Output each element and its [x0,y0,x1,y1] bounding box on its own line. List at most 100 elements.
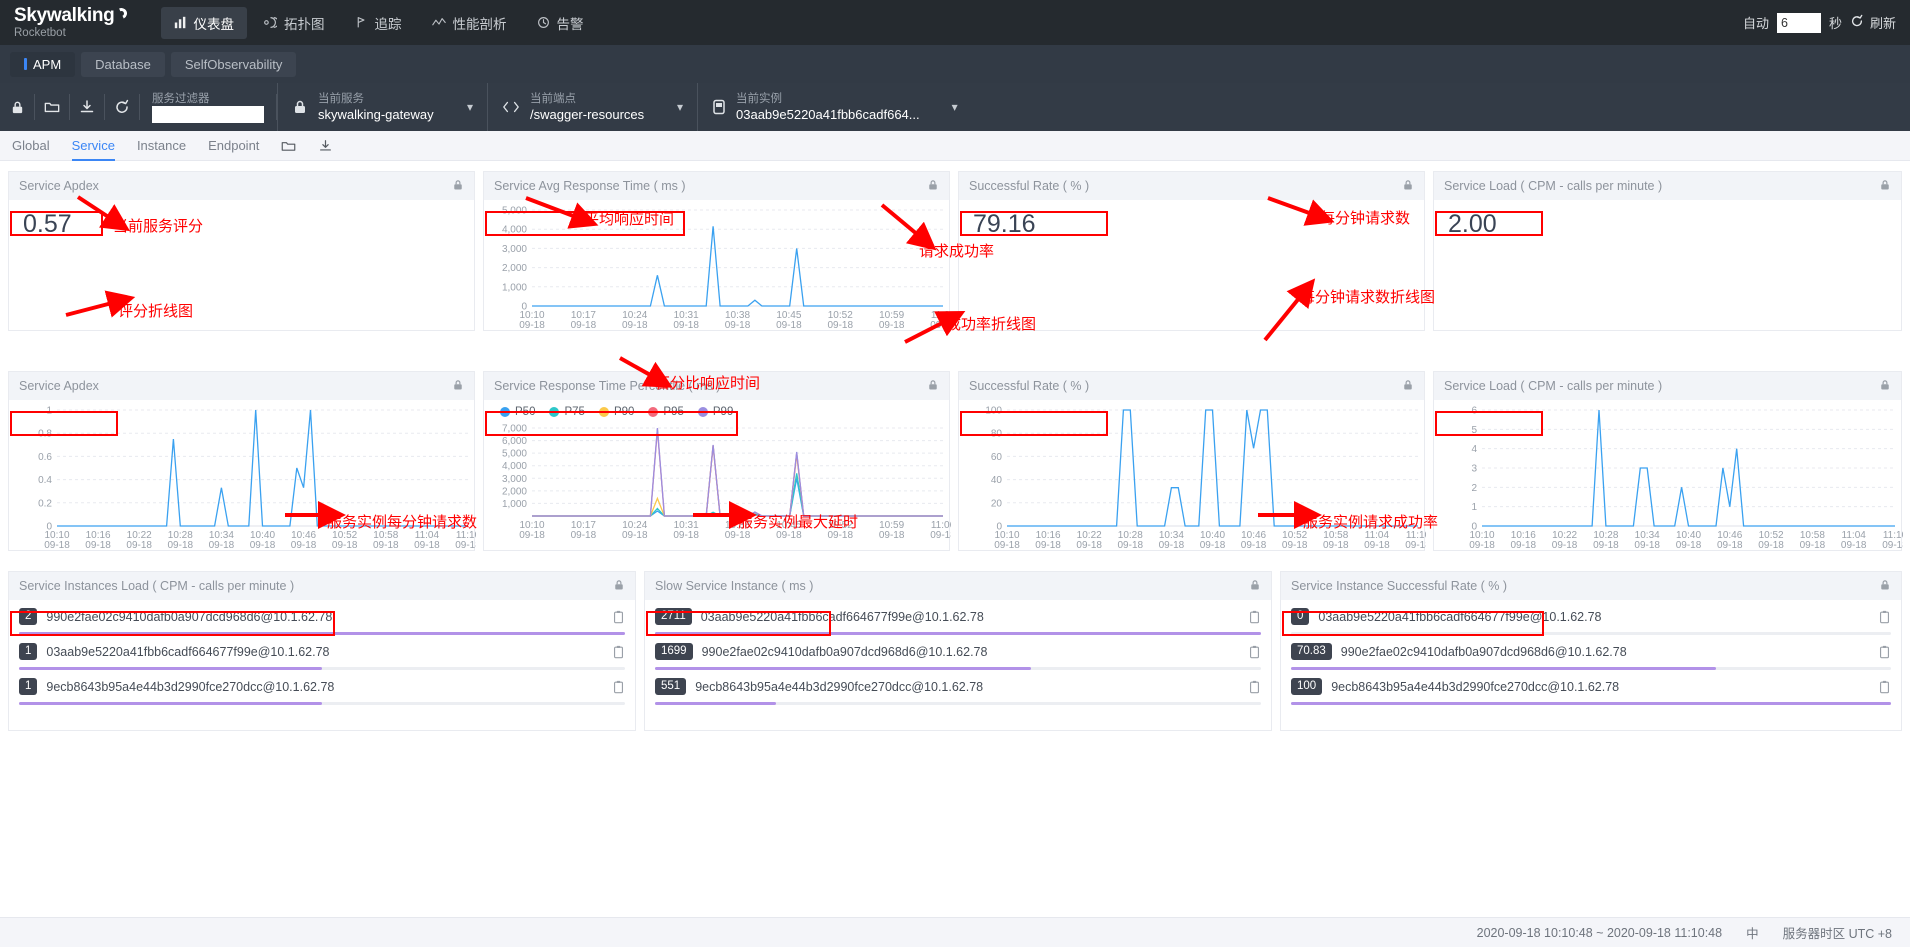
chart-legend: P50 P75 P90 P95 P99 [484,400,949,418]
current-endpoint-selector[interactable]: 当前端点 /swagger-resources ▾ [487,83,697,131]
nav-item-dashboard[interactable]: 仪表盘 [160,6,247,39]
list-item[interactable]: 100 9ecb8643b95a4e44b3d2990fce270dcc@10.1… [1281,670,1901,705]
card-title: Service Load ( CPM - calls per minute ) [1444,379,1663,393]
legend-item[interactable]: P50 [500,406,535,418]
lock-icon[interactable] [927,179,939,194]
svg-text:09-18: 09-18 [1511,540,1537,551]
tab-global[interactable]: Global [12,131,50,161]
nav-item-alarm[interactable]: 告警 [524,7,597,39]
legend-item[interactable]: P95 [648,406,684,418]
lock-icon[interactable] [1879,179,1891,194]
copy-icon[interactable] [612,610,625,624]
copy-icon[interactable] [1248,610,1261,624]
lock-icon[interactable] [613,579,625,594]
folder-icon[interactable] [35,83,69,131]
svg-text:20: 20 [991,498,1003,509]
svg-text:1: 1 [46,406,52,417]
chevron-down-icon[interactable]: ▾ [655,100,683,114]
card-title: Service Instance Successful Rate ( % ) [1291,579,1508,593]
metric-badge: 100 [1291,678,1323,695]
card-header: Slow Service Instance ( ms ) [645,572,1271,600]
nav-item-topology[interactable]: 拓扑图 [251,7,338,39]
copy-icon[interactable] [1248,680,1261,694]
profile-icon [431,16,446,29]
subtab-database[interactable]: Database [81,51,165,77]
metric-badge: 1 [19,643,38,660]
refresh-icon[interactable] [105,83,139,131]
timezone-label: 服务器时区 UTC +8 [1782,927,1892,941]
copy-icon[interactable] [612,680,625,694]
current-instance-selector[interactable]: 当前实例 03aab9e5220a41fbb6cadf664... ▾ [697,83,972,131]
language-toggle[interactable]: 中 [1746,923,1759,942]
svg-text:0.2: 0.2 [38,498,52,509]
time-range-label: 2020-09-18 10:10:48 ~ 2020-09-18 11:10:4… [1476,925,1723,940]
svg-text:09-18: 09-18 [673,320,699,331]
lock-icon[interactable] [927,379,939,394]
lock-icon[interactable] [1402,179,1414,194]
subtab-apm[interactable]: APM [10,51,76,77]
list-item[interactable]: 70.83 990e2fae02c9410dafb0a907dcd968d6@10… [1281,635,1901,670]
svg-text:6: 6 [1471,406,1477,417]
legend-color-icon [549,407,560,417]
nav-item-trace[interactable]: 追踪 [342,7,415,39]
tab-service[interactable]: Service [71,131,115,161]
seconds-label: 秒 [1828,16,1842,31]
lock-icon[interactable] [452,379,464,394]
lock-icon[interactable] [1249,579,1261,594]
refresh-interval-input[interactable] [1776,12,1821,33]
tab-instance[interactable]: Instance [137,131,186,161]
folder-icon[interactable] [281,139,296,153]
svg-text:09-18: 09-18 [126,540,152,551]
svg-text:09-18: 09-18 [725,320,751,331]
download-icon[interactable] [318,139,333,153]
legend-item[interactable]: P90 [598,406,634,418]
service-filter-input[interactable] [152,105,264,123]
download-icon[interactable] [70,83,104,131]
svg-text:09-18: 09-18 [168,540,194,551]
legend-color-icon [697,407,708,417]
lock-icon[interactable] [0,83,34,131]
legend-item[interactable]: P99 [697,406,733,418]
svg-text:09-18: 09-18 [209,540,235,551]
card-title: Slow Service Instance ( ms ) [655,579,814,593]
service-filter-label: 服务过滤器 [152,92,210,105]
card-title: Successful Rate ( % ) [969,179,1090,193]
card-header: Service Load ( CPM - calls per minute ) [1434,172,1901,200]
list-item[interactable]: 551 9ecb8643b95a4e44b3d2990fce270dcc@10.1… [645,670,1271,705]
list-item[interactable]: 0 03aab9e5220a41fbb6cadf664677f99e@10.1.6… [1281,600,1901,635]
current-service-selector[interactable]: 当前服务 skywalking-gateway ▾ [277,83,487,131]
copy-icon[interactable] [1878,645,1891,659]
list-item[interactable]: 1 03aab9e5220a41fbb6cadf664677f99e@10.1.6… [9,635,635,670]
copy-icon[interactable] [1878,610,1891,624]
lock-icon[interactable] [1402,379,1414,394]
legend-color-icon [598,407,609,417]
legend-item[interactable]: P75 [549,406,585,418]
copy-icon[interactable] [1878,680,1891,694]
list-item[interactable]: 2711 03aab9e5220a41fbb6cadf664677f99e@10.… [645,600,1271,635]
chevron-down-icon[interactable]: ▾ [445,100,473,114]
refresh-button[interactable]: 刷新 [1850,13,1896,32]
subtab-selfobservability[interactable]: SelfObservability [170,51,297,77]
chevron-down-icon[interactable]: ▾ [930,100,958,114]
nav-item-profile[interactable]: 性能剖析 [419,7,520,39]
lock-icon[interactable] [452,179,464,194]
svg-text:80: 80 [991,429,1003,440]
copy-icon[interactable] [1248,645,1261,659]
endpoint-icon [502,100,520,114]
card-title: Service Avg Response Time ( ms ) [494,179,686,193]
lock-icon[interactable] [1879,579,1891,594]
logo-swoosh-icon [113,5,129,21]
tab-endpoint[interactable]: Endpoint [208,131,259,161]
selector-value: 03aab9e5220a41fbb6cadf664... [736,107,920,122]
dashboard-icon [174,16,187,29]
copy-icon[interactable] [612,645,625,659]
card-title: Successful Rate ( % ) [969,379,1090,393]
svg-text:40: 40 [991,475,1003,486]
card-service-load-chart: Service Load ( CPM - calls per minute ) … [1433,371,1908,551]
list-item[interactable]: 1699 990e2fae02c9410dafb0a907dcd968d6@10.… [645,635,1271,670]
list-item[interactable]: 2 990e2fae02c9410dafb0a907dcd968d6@10.1.6… [9,600,635,635]
list-item[interactable]: 1 9ecb8643b95a4e44b3d2990fce270dcc@10.1.6… [9,670,635,705]
svg-text:5,000: 5,000 [502,449,527,460]
lock-icon[interactable] [1879,379,1891,394]
svg-text:09-18: 09-18 [1882,540,1903,551]
